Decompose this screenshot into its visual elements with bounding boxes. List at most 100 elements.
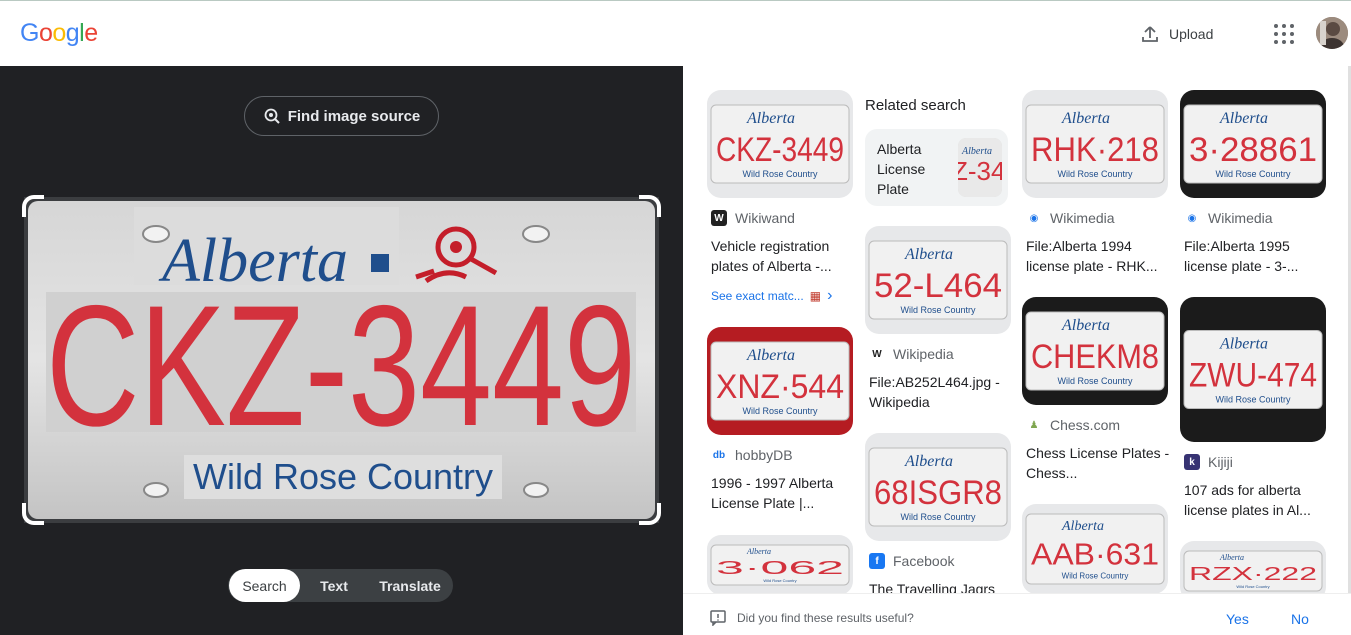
svg-text:Wild Rose Country: Wild Rose Country [1236, 584, 1269, 589]
crop-selection[interactable] [22, 195, 661, 525]
result-source[interactable]: db hobbyDB [711, 447, 793, 463]
tab-search[interactable]: Search [229, 569, 300, 602]
result-title[interactable]: 1996 - 1997 Alberta License Plate |... [711, 473, 857, 513]
source-name: Kijiji [1208, 454, 1233, 470]
result-title[interactable]: File:Alberta 1994 license plate - RHK... [1026, 236, 1172, 276]
thumbnail-plate-text: RZX·222 [1189, 564, 1317, 584]
svg-text:Wild Rose Country: Wild Rose Country [1057, 376, 1133, 386]
find-image-source-label: Find image source [287, 107, 421, 125]
crop-handle-bottom-left[interactable] [22, 503, 44, 525]
result-thumbnail[interactable]: Alberta 68ISGR8 Wild Rose Country [865, 433, 1011, 541]
result-title[interactable]: File:AB252L464.jpg - Wikipedia [869, 372, 1015, 412]
image-search-icon [264, 108, 280, 124]
related-search-chip[interactable]: Alberta License Plate Alberta Z-34 [865, 129, 1008, 206]
lens-image-panel: Find image source Alberta CKZ-3449 Wild … [0, 66, 683, 635]
logo-letter: G [20, 19, 39, 47]
thumbnail-plate-text: CKZ-3449 [716, 131, 844, 169]
result-source[interactable]: W Wikipedia [869, 346, 954, 362]
svg-text:Wild Rose Country: Wild Rose Country [763, 578, 796, 583]
svg-text:Alberta: Alberta [1061, 317, 1110, 334]
result-title[interactable]: File:Alberta 1995 license plate - 3-... [1184, 236, 1330, 276]
upload-icon [1142, 26, 1158, 42]
site-favicon-icon: k [1184, 454, 1200, 470]
svg-text:Alberta: Alberta [1219, 110, 1268, 127]
svg-text:Wild Rose Country: Wild Rose Country [1215, 169, 1291, 179]
upload-button[interactable]: Upload [1140, 19, 1213, 49]
source-name: Wikiwand [735, 210, 795, 226]
logo-letter: o [38, 19, 53, 47]
matches-thumbnail-icon: ▦ [809, 289, 822, 303]
result-thumbnail[interactable]: Alberta RZX·222 Wild Rose Country [1180, 541, 1326, 593]
result-thumbnail[interactable]: Alberta CHEKM8 Wild Rose Country [1022, 297, 1168, 405]
site-favicon-icon: W [711, 210, 727, 226]
svg-text:Alberta: Alberta [904, 453, 953, 470]
google-logo[interactable]: Google [20, 19, 98, 48]
result-thumbnail[interactable]: Alberta RHK·218 Wild Rose Country [1022, 90, 1168, 198]
thumbnail-plate-text: 3·062 [716, 558, 844, 578]
svg-text:Z-34: Z-34 [958, 156, 1002, 186]
site-favicon-icon: ♟ [1026, 417, 1042, 433]
thumbnail-plate-text: XNZ·544 [716, 368, 844, 406]
crop-handle-top-left[interactable] [22, 195, 44, 217]
see-exact-matches-link[interactable]: See exact matc... ▦ › [711, 287, 832, 305]
source-name: hobbyDB [735, 447, 793, 463]
site-favicon-icon: ◉ [1026, 210, 1042, 226]
source-name: Wikimedia [1050, 210, 1115, 226]
avatar[interactable] [1316, 17, 1348, 49]
feedback-no-button[interactable]: No [1291, 611, 1309, 627]
tab-text[interactable]: Text [300, 569, 368, 602]
svg-text:Wild Rose Country: Wild Rose Country [1062, 571, 1129, 580]
svg-text:Wild Rose Country: Wild Rose Country [1057, 169, 1133, 179]
thumbnail-plate-text: 3·28861 [1189, 131, 1317, 169]
result-source[interactable]: f Facebook [869, 553, 954, 569]
svg-text:Alberta: Alberta [1219, 553, 1244, 562]
source-name: Wikimedia [1208, 210, 1273, 226]
svg-text:Alberta: Alberta [1061, 110, 1110, 127]
svg-text:Alberta: Alberta [746, 547, 771, 556]
result-title[interactable]: The Travelling Jagrs [869, 579, 1015, 593]
result-title[interactable]: Vehicle registration plates of Alberta -… [711, 236, 857, 276]
logo-letter: e [84, 19, 98, 47]
logo-letter: o [52, 19, 66, 47]
lens-mode-tabs: Search Text Translate [228, 569, 453, 602]
thumbnail-plate-text: CHEKM8 [1031, 338, 1159, 376]
thumbnail-plate-text: ZWU-474 [1189, 357, 1317, 395]
site-favicon-icon: db [711, 447, 727, 463]
result-thumbnail[interactable]: Alberta ZWU-474 Wild Rose Country [1180, 297, 1326, 442]
crop-handle-top-right[interactable] [639, 195, 661, 217]
result-source[interactable]: k Kijiji [1184, 454, 1233, 470]
result-source[interactable]: ♟ Chess.com [1026, 417, 1120, 433]
related-search-label: Alberta License Plate [877, 141, 926, 197]
apps-grid-icon[interactable] [1274, 24, 1294, 44]
svg-text:Alberta: Alberta [1219, 335, 1268, 352]
feedback-icon [710, 610, 726, 626]
result-thumbnail[interactable]: Alberta CKZ-3449 Wild Rose Country [707, 90, 853, 198]
result-source[interactable]: ◉ Wikimedia [1026, 210, 1115, 226]
result-source[interactable]: W Wikiwand [711, 210, 795, 226]
result-title[interactable]: Chess License Plates - Chess... [1026, 443, 1172, 483]
top-bar: Google Upload [0, 0, 1351, 66]
see-exact-label: See exact matc... [711, 289, 804, 303]
result-title[interactable]: 107 ads for alberta license plates in Al… [1184, 480, 1330, 520]
feedback-yes-button[interactable]: Yes [1226, 611, 1249, 627]
tab-translate[interactable]: Translate [368, 569, 452, 602]
svg-text:Alberta: Alberta [904, 246, 953, 263]
result-thumbnail[interactable]: Alberta 3·28861 Wild Rose Country [1180, 90, 1326, 198]
logo-letter: g [65, 19, 80, 47]
result-source[interactable]: ◉ Wikimedia [1184, 210, 1273, 226]
source-name: Facebook [893, 553, 955, 569]
result-thumbnail[interactable]: Alberta AAB·631 Wild Rose Country [1022, 504, 1168, 593]
svg-text:Alberta: Alberta [746, 347, 795, 364]
find-image-source-button[interactable]: Find image source [244, 96, 439, 136]
related-search-heading: Related search [865, 97, 966, 114]
site-favicon-icon: f [869, 553, 885, 569]
site-favicon-icon: W [869, 346, 885, 362]
related-search-thumbnail: Alberta Z-34 [958, 138, 1002, 197]
svg-text:Alberta: Alberta [746, 110, 795, 127]
result-thumbnail[interactable]: Alberta XNZ·544 Wild Rose Country [707, 327, 853, 435]
result-thumbnail[interactable]: Alberta 3·062 Wild Rose Country [707, 535, 853, 593]
result-thumbnail[interactable]: Alberta 52-L464 Wild Rose Country [865, 226, 1011, 334]
svg-text:Alberta: Alberta [1061, 519, 1104, 534]
svg-text:Wild Rose Country: Wild Rose Country [742, 406, 818, 416]
results-panel: Alberta CKZ-3449 Wild Rose Country W Wikiwan… [683, 66, 1351, 635]
